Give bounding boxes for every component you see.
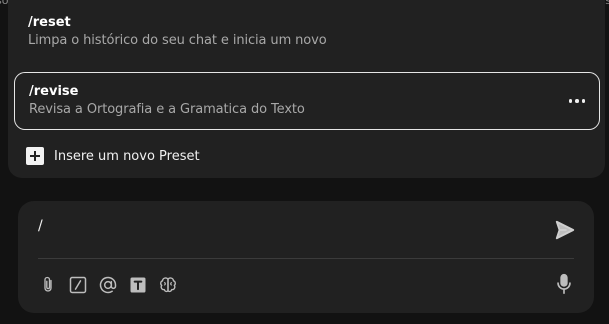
preset-item-reset[interactable]: /reset Limpa o histórico do seu chat e i…	[14, 14, 600, 64]
add-preset-label: Insere um novo Preset	[54, 148, 200, 164]
text-format-button[interactable]	[128, 275, 148, 295]
send-button[interactable]	[554, 219, 576, 241]
composer-toolbar	[38, 273, 178, 297]
add-preset-button[interactable]: Insere um novo Preset	[26, 146, 200, 166]
text-box-icon	[130, 277, 146, 293]
preset-command: /reset	[28, 15, 71, 30]
at-icon	[99, 276, 117, 294]
chat-input[interactable]	[38, 215, 538, 237]
more-options-button[interactable]	[565, 89, 589, 113]
preset-description: Limpa o histórico do seu chat e inicia u…	[28, 33, 327, 48]
preset-command: /revise	[29, 84, 79, 99]
chat-composer	[18, 201, 594, 313]
brain-icon	[160, 277, 176, 293]
slash-command-button[interactable]	[68, 275, 88, 295]
preset-menu: /reset Limpa o histórico do seu chat e i…	[8, 0, 605, 178]
slash-box-icon	[69, 276, 87, 294]
background-text-fragment: s	[605, 0, 609, 7]
more-horizontal-icon	[568, 99, 573, 103]
preset-item-revise[interactable]: /revise Revisa a Ortografia e a Gramatic…	[14, 72, 600, 130]
composer-divider	[38, 258, 574, 259]
mention-button[interactable]	[98, 275, 118, 295]
preset-description: Revisa a Ortografia e a Gramatica do Tex…	[29, 102, 305, 117]
paperclip-icon	[44, 276, 52, 292]
send-icon	[555, 220, 575, 240]
microphone-icon	[557, 273, 571, 294]
attach-button[interactable]	[38, 275, 58, 295]
more-horizontal-icon	[581, 99, 586, 103]
brain-button[interactable]	[158, 275, 178, 295]
plus-square-icon	[26, 147, 44, 165]
more-horizontal-icon	[575, 99, 579, 103]
microphone-button[interactable]	[554, 273, 574, 295]
